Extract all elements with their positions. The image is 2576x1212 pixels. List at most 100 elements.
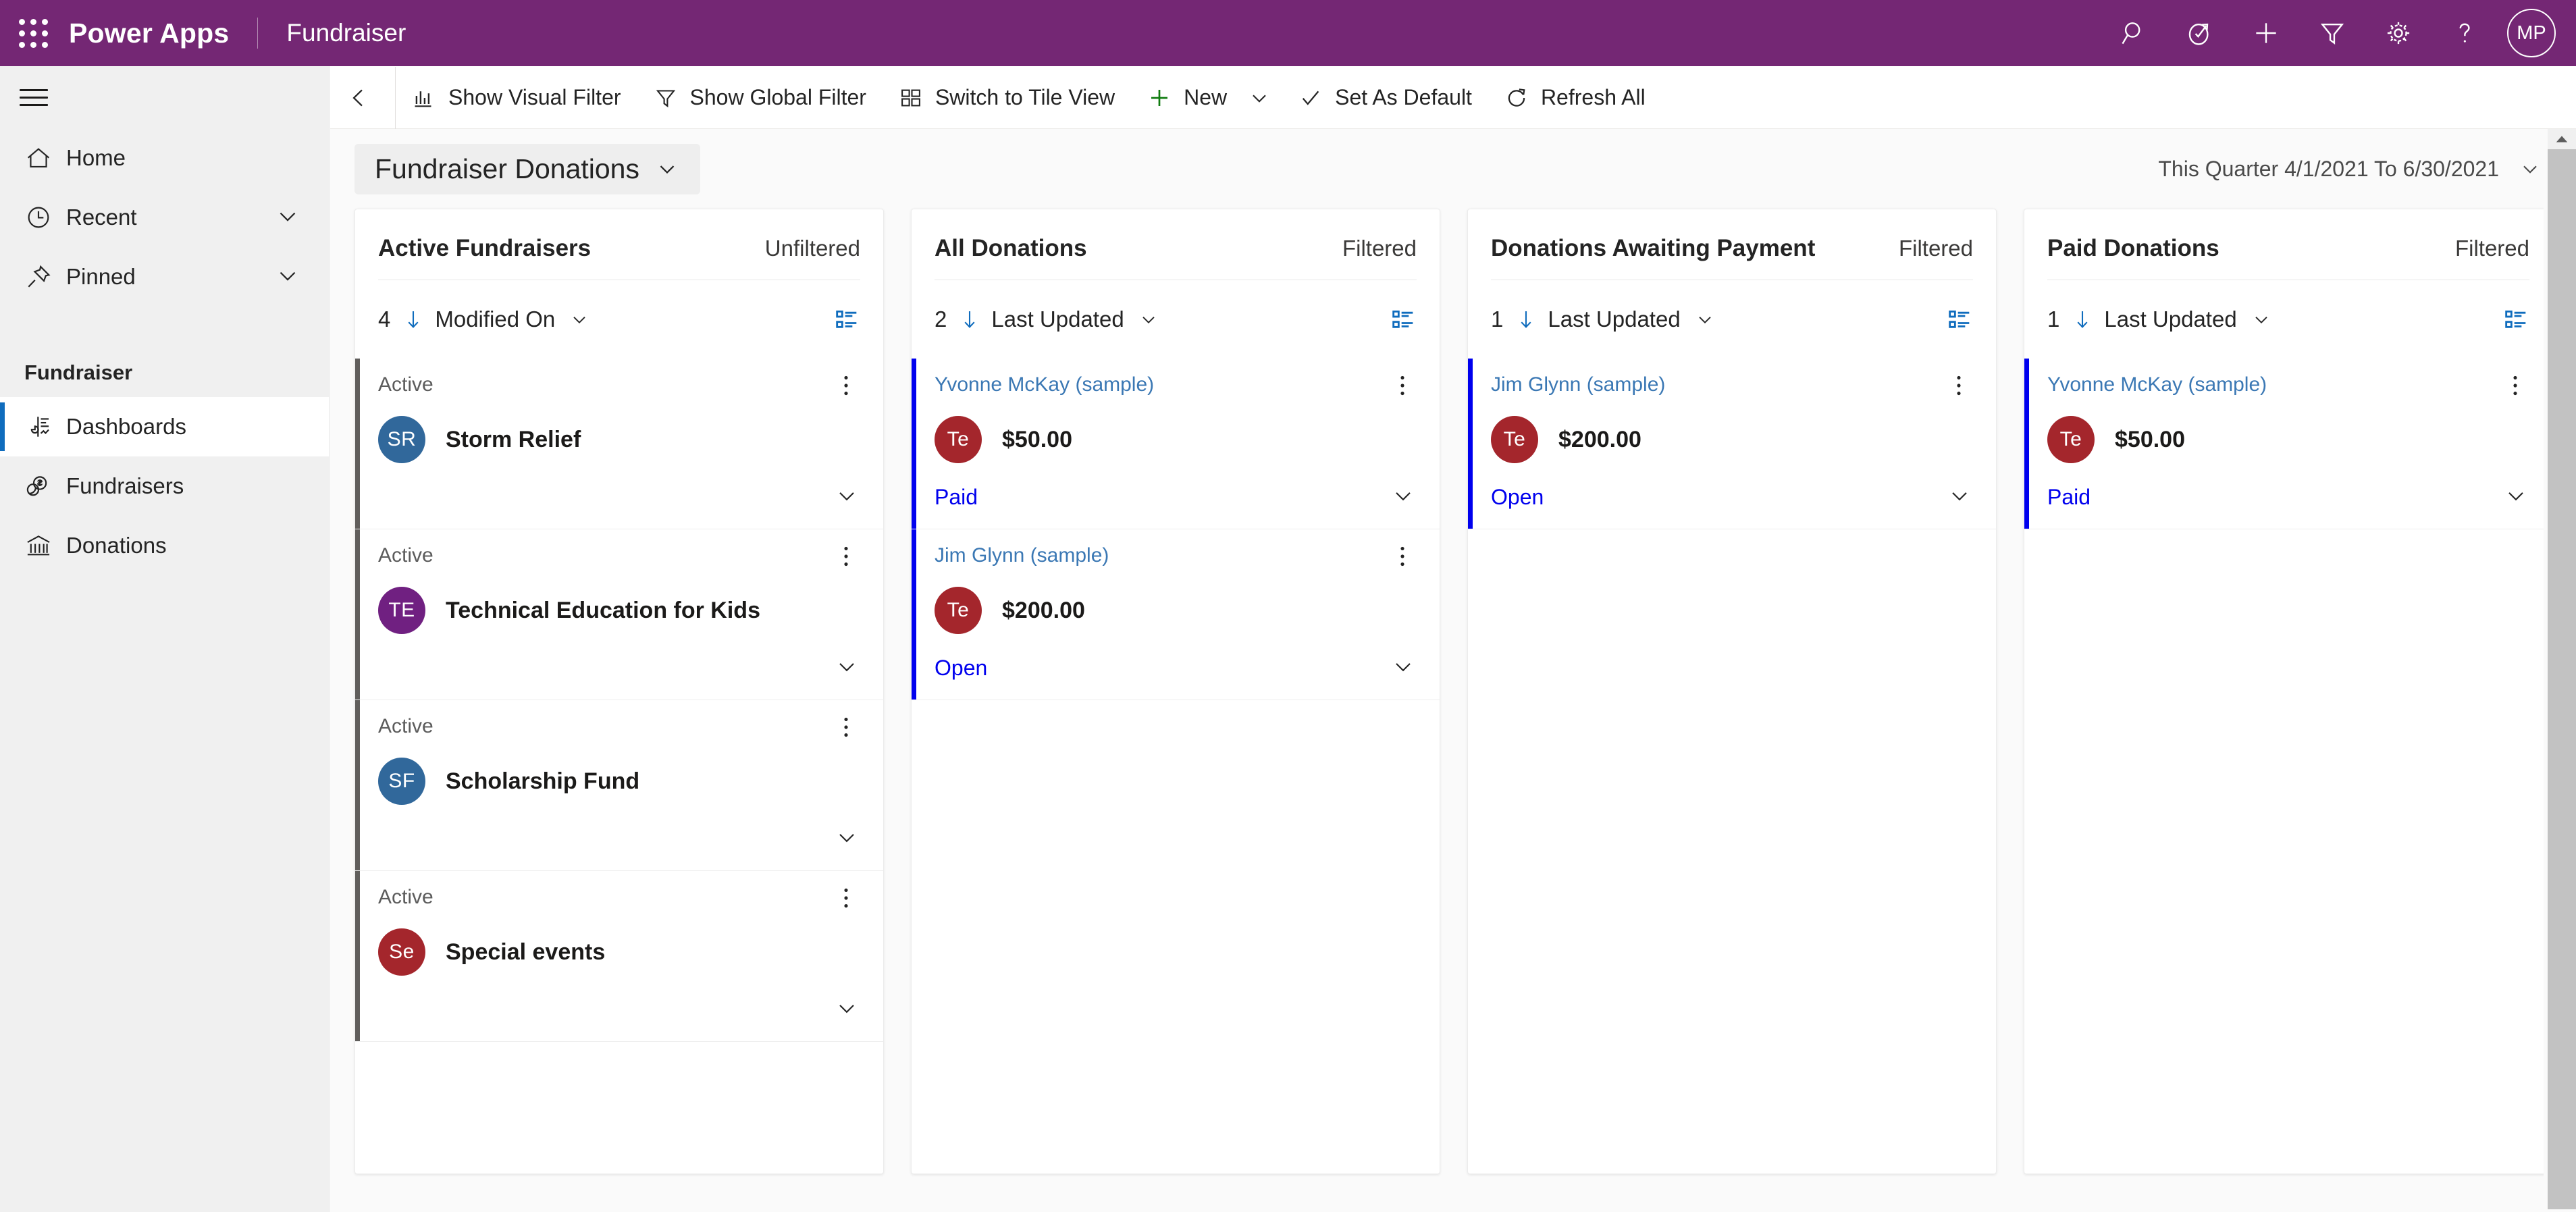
app-launcher-icon[interactable] — [0, 0, 66, 66]
list-item[interactable]: Active TE Technical Education for Kids — [355, 529, 883, 700]
sidebar-item-recent[interactable]: Recent — [0, 188, 329, 247]
dashboard-selector[interactable]: Fundraiser Donations — [354, 143, 700, 194]
list-item[interactable]: Yvonne McKay (sample) Te $50.00 Paid — [2024, 359, 2552, 529]
list-view-icon[interactable] — [833, 306, 860, 333]
back-arrow-icon[interactable] — [330, 67, 395, 129]
card-list: Active SR Storm Relief Active TE Technic… — [355, 359, 883, 1174]
assistant-icon[interactable] — [2167, 0, 2233, 66]
more-options-icon[interactable] — [1945, 373, 1973, 401]
card-state: Paid — [2047, 485, 2091, 509]
command-label: New — [1184, 85, 1228, 109]
checkmark-icon — [1298, 86, 1323, 110]
new-dropdown-chevron-down-icon[interactable] — [1243, 67, 1282, 129]
more-options-icon[interactable] — [832, 886, 860, 914]
card-status[interactable]: Yvonne McKay (sample) — [935, 373, 1154, 396]
command-label: Show Global Filter — [689, 85, 866, 109]
new-icon[interactable] — [2233, 0, 2299, 66]
filter-icon[interactable] — [2299, 0, 2365, 66]
sidebar-item-donations[interactable]: Donations — [0, 516, 329, 575]
switch-to-tile-view-button[interactable]: Switch to Tile View — [883, 67, 1131, 129]
list-view-icon[interactable] — [2502, 306, 2529, 333]
card-primary-text: $50.00 — [2115, 426, 2185, 452]
chevron-down-icon[interactable] — [2502, 482, 2529, 512]
card-status[interactable]: Jim Glynn (sample) — [935, 544, 1109, 567]
header-divider — [257, 18, 259, 49]
vertical-scrollbar[interactable] — [2544, 129, 2576, 1212]
sort-field-label[interactable]: Last Updated — [1548, 307, 1680, 332]
sidebar-item-home[interactable]: Home — [0, 128, 329, 188]
avatar: Te — [935, 587, 982, 634]
chevron-down-icon[interactable] — [1694, 309, 1716, 330]
chevron-down-icon[interactable] — [2251, 309, 2272, 330]
set-as-default-button[interactable]: Set As Default — [1282, 67, 1488, 129]
chevron-down-icon[interactable] — [273, 202, 302, 234]
chevron-down-icon[interactable] — [273, 261, 302, 293]
list-item[interactable]: Active Se Special events — [355, 871, 883, 1042]
show-visual-filter-button[interactable]: Show Visual Filter — [396, 67, 637, 129]
chevron-down-icon[interactable] — [833, 995, 860, 1025]
list-item[interactable]: Jim Glynn (sample) Te $200.00 Open — [912, 529, 1440, 700]
funnel-icon — [654, 86, 678, 110]
chevron-down-icon[interactable] — [1946, 482, 1973, 512]
column-toolbar: 1 Last Updated — [1468, 280, 1996, 359]
new-button[interactable]: New — [1131, 67, 1243, 129]
show-global-filter-button[interactable]: Show Global Filter — [637, 67, 883, 129]
sidebar-item-label: Donations — [66, 533, 167, 558]
brand-title[interactable]: Power Apps — [69, 18, 229, 49]
scroll-up-icon[interactable] — [2548, 129, 2576, 149]
sort-field-label[interactable]: Modified On — [435, 307, 555, 332]
sort-field-label[interactable]: Last Updated — [991, 307, 1124, 332]
more-options-icon[interactable] — [832, 544, 860, 572]
date-range-selector[interactable]: This Quarter 4/1/2021 To 6/30/2021 — [2158, 157, 2576, 182]
card-primary-text: $50.00 — [1002, 426, 1072, 452]
stream-column: Paid Donations Filtered 1 Last Updated Y… — [2024, 209, 2553, 1174]
card-status[interactable]: Yvonne McKay (sample) — [2047, 373, 2267, 396]
more-options-icon[interactable] — [832, 373, 860, 401]
chevron-down-icon[interactable] — [1390, 482, 1417, 512]
chevron-down-icon[interactable] — [1138, 309, 1159, 330]
sidebar-item-pinned[interactable]: Pinned — [0, 247, 329, 307]
column-title: Active Fundraisers — [378, 235, 592, 261]
chevron-down-icon[interactable] — [833, 653, 860, 683]
list-view-icon[interactable] — [1390, 306, 1417, 333]
sort-direction-icon[interactable] — [2070, 307, 2095, 332]
user-avatar[interactable]: MP — [2507, 9, 2556, 57]
card-status: Active — [378, 715, 433, 737]
card-status: Active — [378, 544, 433, 567]
column-filter-state: Filtered — [2454, 236, 2529, 261]
more-options-icon[interactable] — [2501, 373, 2529, 401]
command-bar: Show Visual Filter Show Global Filter Sw… — [330, 66, 2576, 129]
search-icon[interactable] — [2101, 0, 2167, 66]
settings-icon[interactable] — [2365, 0, 2432, 66]
sidebar-item-dashboards[interactable]: Dashboards — [0, 397, 329, 456]
list-item[interactable]: Yvonne McKay (sample) Te $50.00 Paid — [912, 359, 1440, 529]
sort-field-label[interactable]: Last Updated — [2104, 307, 2236, 332]
list-item[interactable]: Jim Glynn (sample) Te $200.00 Open — [1468, 359, 1996, 529]
sidebar-item-label: Fundraisers — [66, 473, 184, 498]
chevron-down-icon[interactable] — [569, 309, 590, 330]
avatar: SF — [378, 758, 425, 805]
list-view-icon[interactable] — [1946, 306, 1973, 333]
app-name[interactable]: Fundraiser — [286, 19, 406, 47]
scrollbar-thumb[interactable] — [2548, 149, 2576, 1209]
chevron-down-icon[interactable] — [833, 482, 860, 512]
sort-direction-icon[interactable] — [1514, 307, 1538, 332]
more-options-icon[interactable] — [832, 715, 860, 743]
refresh-all-button[interactable]: Refresh All — [1488, 67, 1662, 129]
help-icon[interactable] — [2432, 0, 2498, 66]
column-filter-state: Unfiltered — [764, 236, 860, 261]
card-state: Open — [1491, 485, 1544, 509]
list-item[interactable]: Active SF Scholarship Fund — [355, 700, 883, 871]
card-status[interactable]: Jim Glynn (sample) — [1491, 373, 1665, 396]
list-item[interactable]: Active SR Storm Relief — [355, 359, 883, 529]
sort-direction-icon[interactable] — [401, 307, 425, 332]
sort-direction-icon[interactable] — [957, 307, 982, 332]
sidebar-item-fundraisers[interactable]: Fundraisers — [0, 456, 329, 516]
column-header: Donations Awaiting Payment Filtered — [1468, 209, 1996, 262]
hamburger-icon[interactable] — [0, 66, 68, 128]
chevron-down-icon[interactable] — [833, 824, 860, 854]
more-options-icon[interactable] — [1388, 544, 1417, 572]
more-options-icon[interactable] — [1388, 373, 1417, 401]
chevron-down-icon[interactable] — [1390, 653, 1417, 683]
page-title: Fundraiser Donations — [375, 153, 639, 184]
